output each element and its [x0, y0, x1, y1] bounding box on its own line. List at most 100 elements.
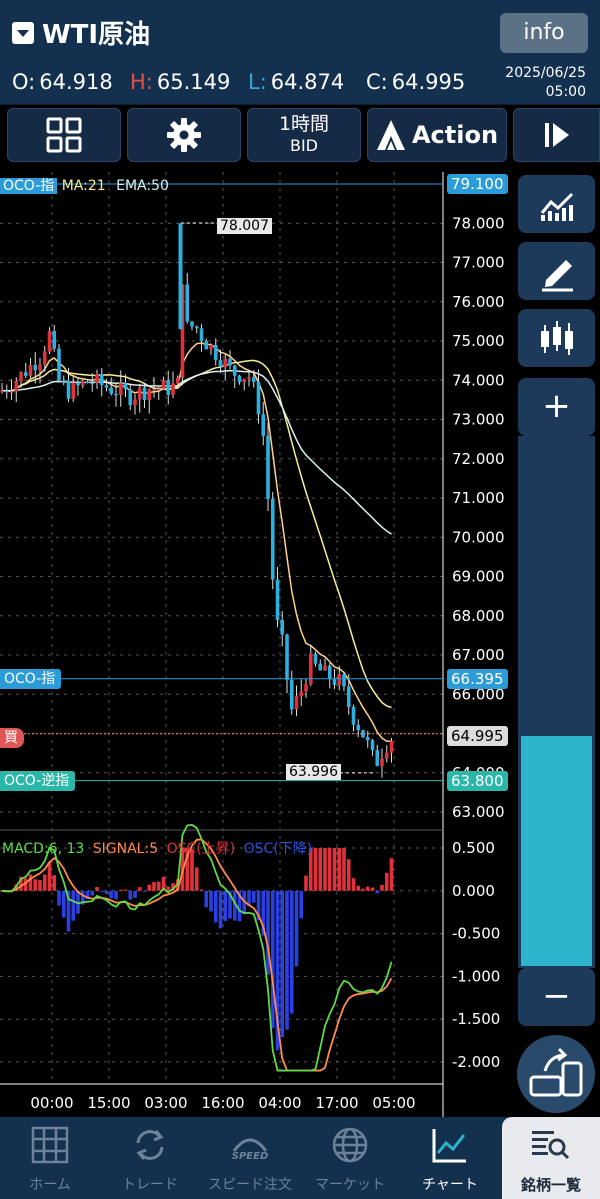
macd-osc-bar: [28, 874, 33, 891]
macd-tick-label: -0.500: [452, 925, 500, 943]
nav-trade[interactable]: トレード: [100, 1117, 200, 1199]
layout-button[interactable]: [7, 108, 121, 162]
line-chart-button[interactable]: [518, 175, 595, 233]
settings-button[interactable]: [127, 108, 241, 162]
chart-legend: OCO-指 MA:21 EMA:50: [0, 175, 169, 195]
nav-home[interactable]: ホーム: [0, 1117, 100, 1199]
open-number: 64.918: [39, 70, 113, 94]
close-number: 64.995: [391, 70, 466, 94]
candle-up: [152, 388, 156, 391]
macd-osc-bar: [137, 887, 142, 891]
zoom-slider-fill[interactable]: [521, 736, 592, 966]
nav-home-label: ホーム: [29, 1177, 71, 1193]
macd-tick-label: -2.000: [452, 1053, 500, 1071]
candle-down: [66, 380, 71, 399]
candle-down: [104, 384, 109, 388]
low-value: L: 64.874: [248, 70, 344, 94]
nav-speed-order[interactable]: SPEED スピード注文: [200, 1117, 300, 1199]
ma21-line: [1, 359, 392, 709]
candle-down: [313, 653, 318, 664]
oco-limit-price-tag: 66.395: [447, 669, 508, 689]
list-search-icon: [532, 1131, 570, 1160]
action-button[interactable]: Action: [367, 108, 507, 162]
macd-osc-bar: [323, 848, 327, 891]
play-next-icon: [544, 123, 569, 147]
macd-osc-bar: [251, 890, 256, 903]
zoom-slider-track[interactable]: [518, 436, 595, 968]
oco-stop-tag[interactable]: OCO-逆指: [0, 771, 76, 791]
y-tick-label: 75.000: [452, 332, 505, 350]
info-button[interactable]: info: [500, 13, 588, 53]
nav-chart[interactable]: チャート: [400, 1117, 500, 1199]
buy-position-tag[interactable]: 買: [0, 728, 24, 748]
candle-down: [123, 383, 128, 390]
zoom-out-button[interactable]: −: [518, 968, 595, 1026]
x-tick-label: 17:00: [315, 1094, 358, 1112]
candle-down: [109, 387, 114, 394]
price-chart[interactable]: 79.00078.00077.00076.00075.00074.00073.0…: [0, 172, 518, 1117]
timeframe-label: 1時間: [278, 113, 330, 135]
macd-osc-bar: [99, 890, 104, 892]
symbol-title[interactable]: WTI原油: [42, 14, 150, 51]
candle-down: [199, 328, 204, 341]
candle-up: [147, 389, 152, 400]
macd-osc-bar: [327, 848, 332, 891]
draw-tool-button[interactable]: [518, 242, 595, 300]
macd-osc-bar: [104, 890, 109, 895]
candle-down: [194, 326, 199, 329]
macd-osc-bar: [356, 885, 361, 891]
rotate-screen-button[interactable]: [517, 1035, 595, 1113]
timeframe-button[interactable]: 1時間 BID: [247, 108, 361, 162]
macd-osc-bar: [342, 848, 346, 891]
macd-osc-bar: [337, 848, 342, 891]
macd-osc-bar: [156, 881, 161, 891]
macd-osc-bar: [375, 890, 380, 894]
candle-up: [380, 758, 384, 766]
candle-up: [389, 741, 394, 753]
oco-limit-tag[interactable]: OCO-指: [0, 669, 62, 689]
candle-up: [308, 653, 313, 685]
low-key: L:: [248, 70, 267, 94]
macd-osc-bar: [52, 875, 57, 891]
macd-osc-bar: [209, 890, 213, 912]
y-tick-label: 67.000: [452, 646, 505, 664]
gear-icon: [167, 118, 201, 152]
macd-osc-bar: [114, 890, 118, 900]
candle-down: [213, 344, 218, 360]
timestamp: 2025/06/25 05:00: [505, 64, 586, 102]
action-arrow-icon: [376, 120, 405, 150]
y-tick-label: 68.000: [452, 607, 505, 625]
y-tick-label: 77.000: [452, 254, 505, 272]
candle-type-button[interactable]: [518, 309, 595, 367]
candle-up: [71, 382, 76, 399]
next-button[interactable]: [513, 108, 600, 162]
candle-up: [171, 383, 175, 395]
y-tick-label: 78.000: [452, 214, 505, 232]
y-tick-label: 72.000: [452, 450, 505, 468]
nav-market[interactable]: マーケット: [300, 1117, 400, 1199]
timestamp-time: 05:00: [545, 84, 586, 100]
symbol-dropdown-icon[interactable]: [12, 22, 34, 44]
home-grid-icon: [31, 1126, 69, 1164]
macd-osc-bar: [38, 879, 42, 891]
macd-osc-bar: [351, 878, 356, 891]
candle-down: [99, 374, 104, 385]
x-tick-label: 16:00: [201, 1094, 244, 1112]
nav-symbol-list[interactable]: 銘柄一覧: [502, 1117, 600, 1199]
candle-up: [299, 691, 304, 697]
trade-arrows-icon: [136, 1130, 164, 1160]
y-tick-label: 63.000: [452, 803, 505, 821]
candle-down: [266, 435, 270, 499]
legend-oco: OCO-指: [0, 178, 58, 194]
zoom-in-button[interactable]: +: [518, 378, 595, 436]
oco-stop-price-tag: 63.800: [447, 771, 508, 791]
open-value: O: 64.918: [12, 70, 113, 94]
candle-down: [76, 382, 80, 386]
candle-down: [204, 340, 209, 350]
candle-down: [142, 387, 147, 400]
low-marker-label: 63.996: [286, 764, 341, 780]
macd-osc-bar: [270, 890, 275, 1029]
candle-up: [156, 388, 161, 391]
macd-osc-bar: [389, 858, 394, 891]
x-tick-label: 04:00: [258, 1094, 301, 1112]
